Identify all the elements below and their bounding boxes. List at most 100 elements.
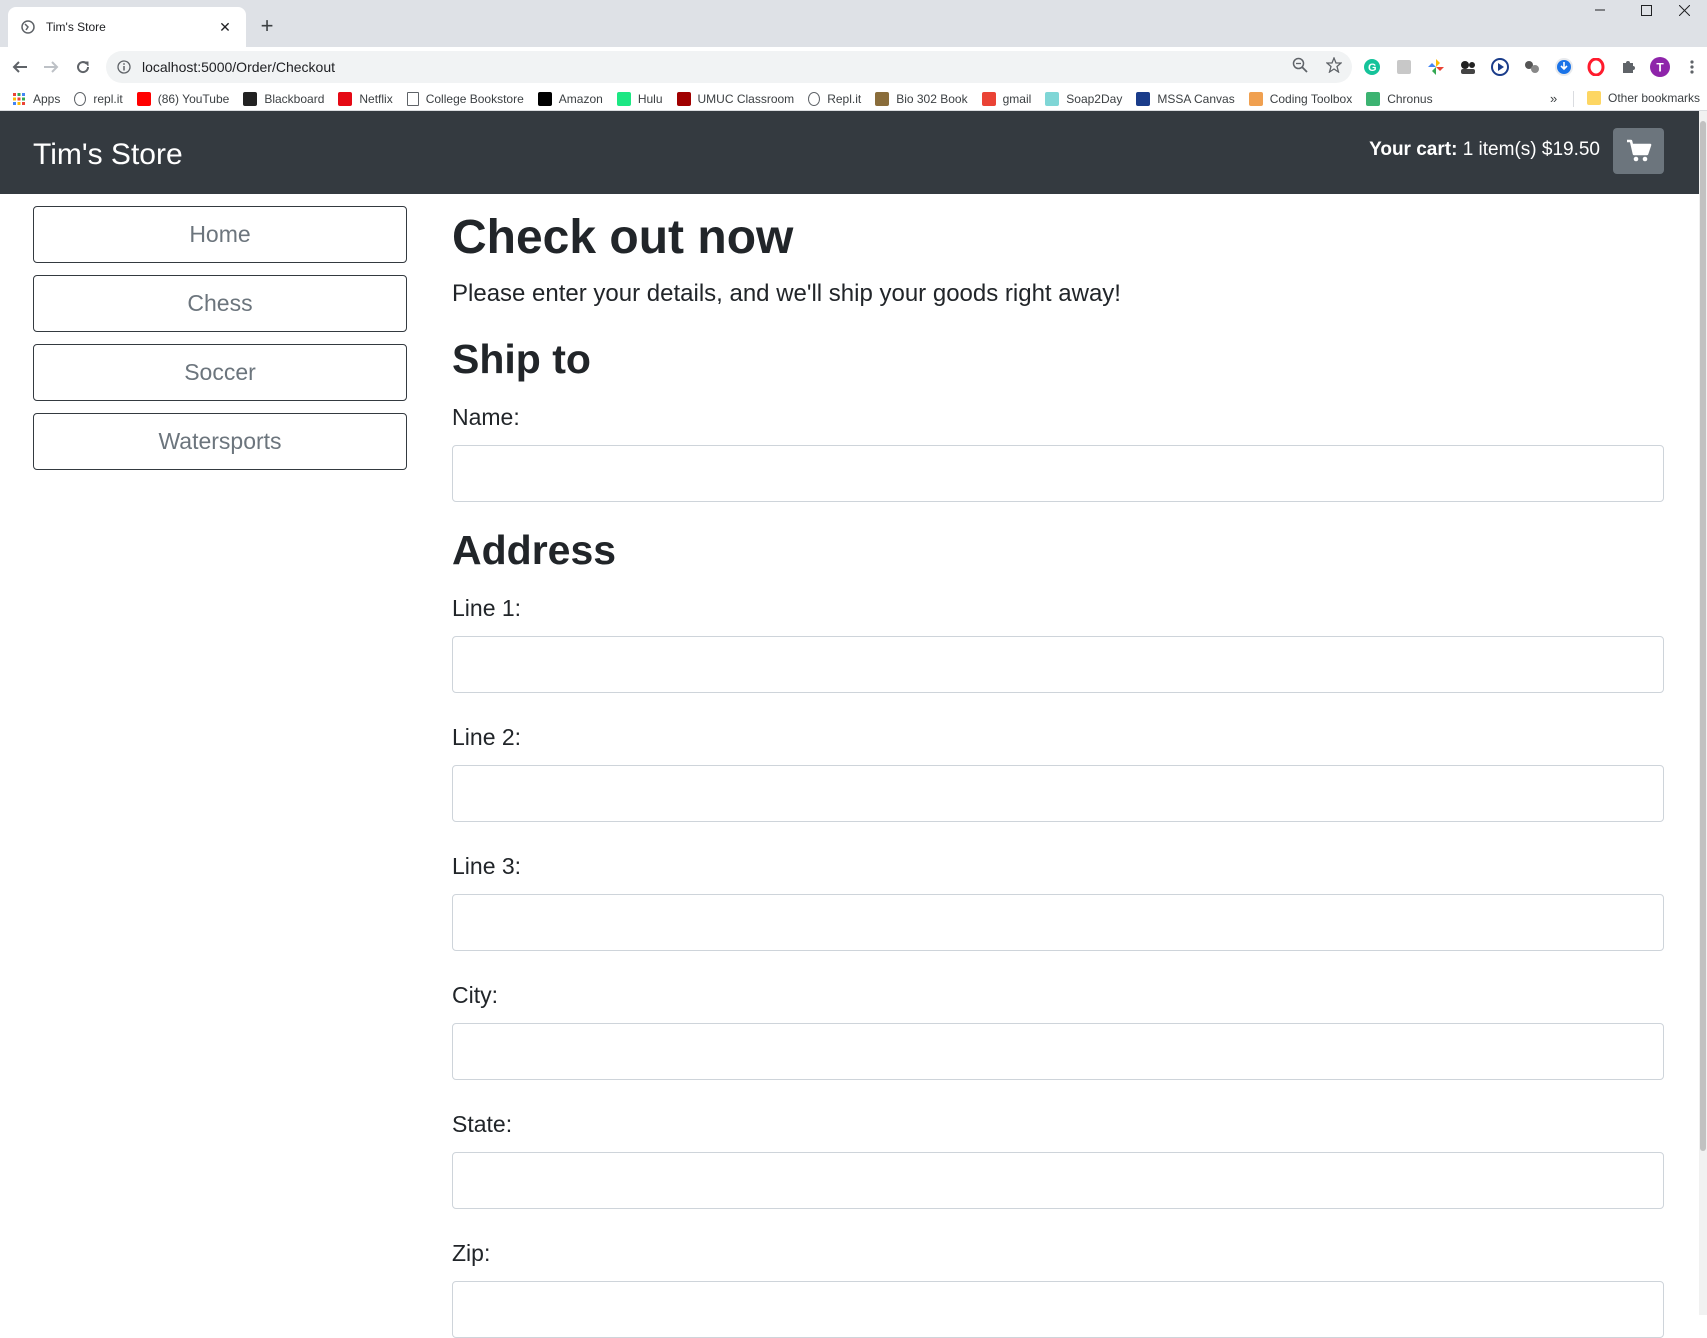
name-input[interactable] bbox=[452, 445, 1664, 502]
download-extension-icon[interactable] bbox=[1552, 55, 1576, 79]
svg-text:G: G bbox=[1368, 62, 1377, 74]
more-bookmarks-chevron-icon[interactable]: » bbox=[1550, 87, 1557, 109]
bookmark-item[interactable]: Soap2Day bbox=[1038, 88, 1129, 110]
state-input[interactable] bbox=[452, 1152, 1664, 1209]
extension-gray-icon[interactable] bbox=[1392, 55, 1416, 79]
bookmark-item[interactable]: MSSA Canvas bbox=[1129, 88, 1241, 110]
bookmark-item[interactable]: Amazon bbox=[531, 88, 610, 110]
line1-label: Line 1: bbox=[452, 595, 522, 621]
replit-icon bbox=[74, 91, 87, 106]
page-scrollbar[interactable] bbox=[1699, 111, 1707, 1315]
bookmark-item[interactable]: repl.it bbox=[67, 88, 129, 110]
minimize-icon[interactable] bbox=[1577, 0, 1623, 20]
pinwheel-extension-icon[interactable] bbox=[1424, 55, 1448, 79]
other-bookmarks[interactable]: Other bookmarks bbox=[1580, 87, 1707, 109]
close-window-icon[interactable] bbox=[1661, 0, 1707, 20]
cart-label: Your cart: bbox=[1369, 139, 1458, 160]
bookmark-item[interactable]: Coding Toolbox bbox=[1242, 88, 1360, 110]
gmail-icon bbox=[981, 91, 996, 106]
state-label: State: bbox=[452, 1111, 513, 1137]
bookmark-item[interactable]: (86) YouTube bbox=[130, 88, 237, 110]
bookmark-item[interactable]: UMUC Classroom bbox=[670, 88, 802, 110]
more-menu-icon[interactable] bbox=[1680, 55, 1704, 79]
line3-input[interactable] bbox=[452, 894, 1664, 951]
youtube-icon bbox=[136, 91, 151, 106]
category-button-home[interactable]: Home bbox=[33, 206, 407, 263]
bookmarks-divider bbox=[1573, 91, 1574, 107]
info-icon[interactable] bbox=[116, 59, 132, 75]
toolbox-icon bbox=[1248, 91, 1263, 106]
globe-icon bbox=[20, 19, 36, 35]
bookmark-item[interactable]: Netflix bbox=[331, 88, 399, 110]
category-button-chess[interactable]: Chess bbox=[33, 275, 407, 332]
browser-tab-strip: Tim's Store ✕ + bbox=[0, 0, 1707, 47]
puzzle-pieces-extension-icon[interactable] bbox=[1520, 55, 1544, 79]
browser-tab[interactable]: Tim's Store ✕ bbox=[8, 7, 246, 47]
folder-icon bbox=[1587, 91, 1601, 105]
store-navbar: Tim's Store Your cart: 1 item(s) $19.50 bbox=[0, 111, 1699, 194]
bookmark-item[interactable]: Repl.it bbox=[801, 88, 868, 110]
soap2day-icon bbox=[1045, 91, 1060, 106]
bookmark-label: College Bookstore bbox=[425, 91, 524, 106]
bookmark-item[interactable]: College Bookstore bbox=[400, 88, 531, 110]
play-extension-icon[interactable] bbox=[1488, 55, 1512, 79]
bookmark-item[interactable]: Bio 302 Book bbox=[868, 88, 974, 110]
page-title: Check out now bbox=[452, 211, 794, 264]
umuc-icon bbox=[676, 91, 691, 106]
forward-arrow-icon[interactable] bbox=[35, 51, 67, 83]
bookmark-item[interactable]: Chronus bbox=[1359, 88, 1439, 110]
bookmark-item[interactable]: Apps bbox=[5, 88, 67, 110]
cart-summary-text: 1 item(s) $19.50 bbox=[1462, 139, 1600, 160]
back-arrow-icon[interactable] bbox=[4, 51, 36, 83]
bookmark-label: Soap2Day bbox=[1066, 91, 1123, 106]
blackboard-icon bbox=[243, 91, 258, 106]
name-label: Name: bbox=[452, 404, 520, 430]
page-icon bbox=[406, 91, 419, 106]
profile-avatar[interactable]: T bbox=[1648, 55, 1672, 79]
profile-initial: T bbox=[1656, 61, 1664, 75]
line3-label: Line 3: bbox=[452, 853, 522, 879]
line2-label: Line 2: bbox=[452, 724, 522, 750]
bookmark-label: repl.it bbox=[93, 91, 123, 106]
browser-toolbar: localhost:5000/Order/Checkout G T bbox=[0, 47, 1707, 87]
close-tab-icon[interactable]: ✕ bbox=[216, 19, 234, 36]
replit-icon bbox=[808, 91, 821, 106]
city-input[interactable] bbox=[452, 1023, 1664, 1080]
category-button-soccer[interactable]: Soccer bbox=[33, 344, 407, 401]
city-label: City: bbox=[452, 982, 498, 1008]
bookmark-label: Netflix bbox=[359, 91, 393, 106]
category-button-watersports[interactable]: Watersports bbox=[33, 413, 407, 470]
reload-icon[interactable] bbox=[67, 51, 99, 83]
zip-input[interactable] bbox=[452, 1281, 1664, 1338]
apps-grid-icon bbox=[12, 92, 26, 106]
cart-summary: Your cart: 1 item(s) $19.50 bbox=[1369, 139, 1600, 161]
line2-input[interactable] bbox=[452, 765, 1664, 822]
new-tab-icon[interactable]: + bbox=[252, 11, 282, 41]
store-brand[interactable]: Tim's Store bbox=[33, 138, 183, 172]
bookmark-label: Blackboard bbox=[264, 91, 325, 106]
amazon-icon bbox=[537, 91, 552, 106]
bookmark-star-icon[interactable] bbox=[1325, 55, 1343, 78]
ship-to-heading: Ship to bbox=[452, 336, 591, 382]
extensions-puzzle-icon[interactable] bbox=[1616, 55, 1640, 79]
bookmark-label: (86) YouTube bbox=[157, 91, 230, 106]
bookmark-label: Amazon bbox=[558, 91, 603, 106]
bookmark-item[interactable]: Blackboard bbox=[236, 88, 331, 110]
line1-input[interactable] bbox=[452, 636, 1664, 693]
bookmark-item[interactable]: Hulu bbox=[610, 88, 670, 110]
people-extension-icon[interactable] bbox=[1456, 55, 1480, 79]
bookmark-label: gmail bbox=[1002, 91, 1032, 106]
grammarly-icon[interactable]: G bbox=[1360, 55, 1384, 79]
opera-extension-icon[interactable] bbox=[1584, 55, 1608, 79]
bookmark-label: Apps bbox=[33, 91, 61, 106]
scrollbar-thumb[interactable] bbox=[1700, 121, 1706, 1151]
bookmark-label: UMUC Classroom bbox=[697, 91, 795, 106]
bookmark-label: Chronus bbox=[1387, 91, 1433, 106]
cart-button[interactable] bbox=[1613, 128, 1664, 174]
bookmark-label: Bio 302 Book bbox=[896, 91, 968, 106]
netflix-icon bbox=[338, 91, 353, 106]
zoom-icon[interactable] bbox=[1292, 57, 1308, 78]
book-icon bbox=[875, 91, 890, 106]
bookmark-item[interactable]: gmail bbox=[975, 88, 1039, 110]
address-bar[interactable]: localhost:5000/Order/Checkout bbox=[106, 51, 1352, 83]
